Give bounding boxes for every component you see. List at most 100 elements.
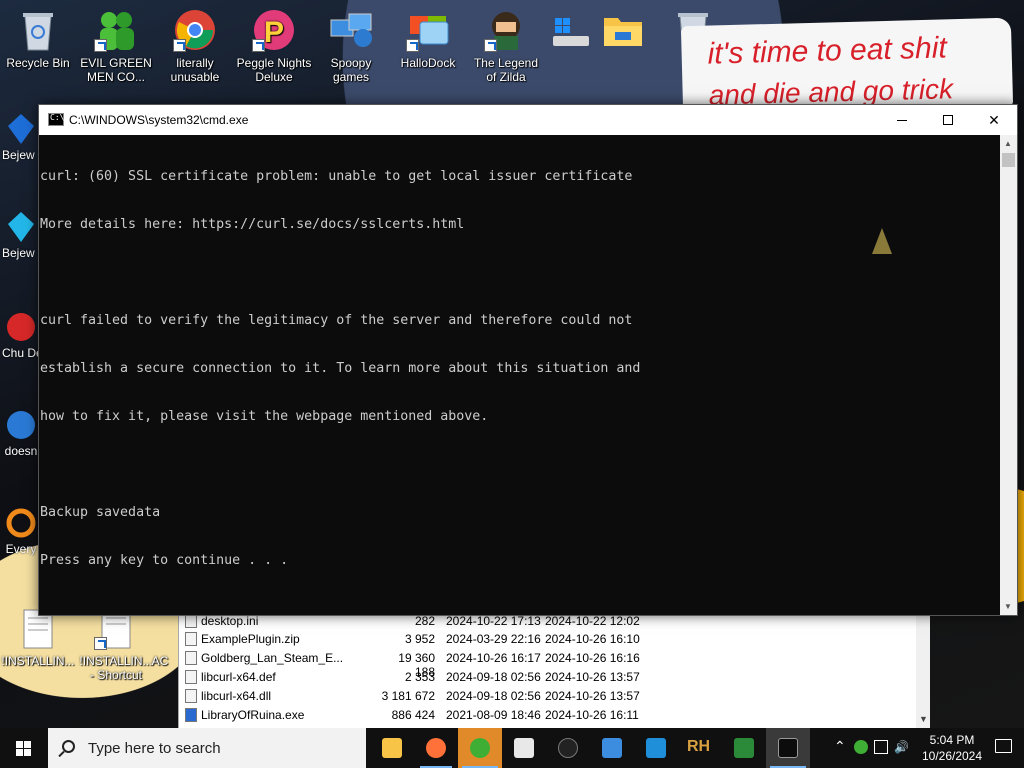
file-modified: 2024-10-26 16:17 xyxy=(446,651,541,665)
window-title: C:\WINDOWS\system32\cmd.exe xyxy=(69,113,249,127)
network-computers-icon xyxy=(329,8,373,52)
chevron-up-icon[interactable]: ▲ xyxy=(1004,139,1012,148)
evil-green-men-icon[interactable]: EVIL GREEN MEN CO... xyxy=(78,0,154,84)
desktop-icon-label: Chu Del xyxy=(2,346,40,360)
chevron-down-icon[interactable]: ▼ xyxy=(919,714,928,724)
drive-icon xyxy=(549,8,593,52)
scrollbar-thumb[interactable] xyxy=(1002,153,1015,167)
volume-icon[interactable]: 🔊 xyxy=(894,740,909,754)
trash-icon xyxy=(16,8,60,52)
network-icon[interactable] xyxy=(874,740,888,754)
circle-app-icon xyxy=(558,738,578,758)
desktop-icon-label: EVIL GREEN MEN CO... xyxy=(80,56,152,84)
spreadsheet-icon xyxy=(734,738,754,758)
file-row[interactable]: ExamplePlugin.zip 3 952 2024-03-29 22:16… xyxy=(179,630,919,649)
file-size: 886 424 xyxy=(391,708,435,722)
file-row[interactable]: libcurl-x64.def 2 353 2024-09-18 02:56 2… xyxy=(179,668,919,687)
desktop-icon-label: HalloDock xyxy=(400,56,456,70)
taskbar-firefox[interactable] xyxy=(414,728,458,768)
minimize-icon xyxy=(897,120,907,121)
search-icon xyxy=(62,740,75,753)
file-modified: 2024-09-18 02:56 xyxy=(446,670,541,684)
dll-file-icon xyxy=(185,689,197,703)
close-button[interactable]: ✕ xyxy=(971,105,1017,135)
app-icon xyxy=(6,408,36,442)
taskbar-photos-app[interactable] xyxy=(634,728,678,768)
file-size: 3 181 672 xyxy=(381,689,435,703)
file-modified: 2021-08-09 18:46 xyxy=(446,708,541,722)
cmd-window[interactable]: C:\WINDOWS\system32\cmd.exe ✕ curl: (60)… xyxy=(38,104,1018,616)
dock-app-icon xyxy=(406,8,450,52)
green-men-tray-icon[interactable] xyxy=(854,740,868,754)
left-desktop-icon-5[interactable]: Every xyxy=(2,506,40,556)
clock-time: 5:04 PM xyxy=(929,733,975,747)
clock[interactable]: 5:04 PM 10/26/2024 xyxy=(912,732,992,764)
start-button[interactable] xyxy=(0,728,48,768)
left-desktop-icon-1[interactable]: Bejew Del xyxy=(2,112,40,162)
desktop-icon-label: Bejew Del xyxy=(2,148,40,162)
desktop: Recycle Bin EVIL GREEN MEN CO... literal… xyxy=(0,0,1024,728)
taskbar-circle-app[interactable] xyxy=(546,728,590,768)
left-desktop-icon-3[interactable]: Chu Del xyxy=(2,310,40,360)
recycle-bin-icon[interactable]: Recycle Bin xyxy=(0,0,76,70)
file-created: 2024-10-26 13:57 xyxy=(545,670,640,684)
file-created: 2024-10-26 16:10 xyxy=(545,632,640,646)
rh-icon: RH xyxy=(687,738,711,755)
file-row[interactable]: Goldberg_Lan_Steam_E... 19 360 188 2024-… xyxy=(179,649,919,679)
left-desktop-icon-2[interactable]: Bejew Del xyxy=(2,210,40,260)
console-line: establish a secure connection to it. To … xyxy=(40,361,641,376)
desktop-icon-label: !INSTALLIN... xyxy=(1,654,75,668)
minimize-button[interactable] xyxy=(879,105,925,135)
file-name: libcurl-x64.def xyxy=(201,670,276,684)
show-hidden-icons-chevron-icon[interactable]: ⌃ xyxy=(834,738,846,755)
file-row[interactable]: libcurl-x64.dll 3 181 672 2024-09-18 02:… xyxy=(179,687,919,706)
folder-icon xyxy=(601,8,645,52)
hallodock-icon[interactable]: HalloDock xyxy=(390,0,466,70)
exe-file-icon xyxy=(185,708,197,722)
literally-unusable-icon[interactable]: literally unusable xyxy=(157,0,233,84)
folder-desktop-icon[interactable] xyxy=(590,0,656,56)
spoopy-games-icon[interactable]: Spoopy games xyxy=(313,0,389,84)
desktop-pet-sprite[interactable] xyxy=(872,228,892,254)
file-created: 2024-10-26 16:11 xyxy=(545,708,639,722)
game-character-icon xyxy=(484,8,528,52)
zip-file-icon xyxy=(185,651,197,665)
desktop-icon-label: AC xyxy=(151,654,169,668)
taskbar-rh-app[interactable]: RH xyxy=(678,728,722,768)
file-modified: 2024-09-18 02:56 xyxy=(446,689,541,703)
taskbar-search-box[interactable]: Type here to search xyxy=(48,728,366,768)
taskbar-green-men[interactable] xyxy=(458,728,502,768)
zip-file-icon xyxy=(185,632,197,646)
console-line: curl failed to verify the legitimacy of … xyxy=(40,313,633,328)
console-line: curl: (60) SSL certificate problem: unab… xyxy=(40,169,633,184)
clock-date: 10/26/2024 xyxy=(921,749,983,763)
cmd-scrollbar[interactable]: ▲ ▼ xyxy=(1000,135,1017,615)
meme-line-1: it's time to eat shit xyxy=(707,31,948,71)
file-name: ExamplePlugin.zip xyxy=(201,632,300,646)
left-desktop-icon-4[interactable]: doesn xyxy=(2,408,40,458)
taskbar-notepad-app[interactable] xyxy=(590,728,634,768)
file-explorer-list: desktop.ini 282 2024-10-22 17:13 2024-10… xyxy=(178,612,930,728)
search-placeholder: Type here to search xyxy=(88,740,221,757)
legend-of-zilda-icon[interactable]: The Legend of Zilda xyxy=(468,0,544,84)
gem-icon xyxy=(6,210,36,244)
windows-logo-icon xyxy=(16,741,23,748)
taskbar-spreadsheet-app[interactable] xyxy=(722,728,766,768)
desktop-icon-label: Spoopy games xyxy=(330,56,372,84)
peggle-nights-icon[interactable]: P Peggle Nights Deluxe xyxy=(236,0,312,84)
file-created: 2024-10-22 12:02 xyxy=(545,614,640,628)
folder-icon xyxy=(382,738,402,758)
maximize-button[interactable] xyxy=(925,105,971,135)
console-output[interactable]: curl: (60) SSL certificate problem: unab… xyxy=(39,135,1001,615)
notification-icon[interactable] xyxy=(995,739,1012,753)
file-modified: 2024-03-29 22:16 xyxy=(446,632,541,646)
explorer-scrollbar[interactable]: ▼ xyxy=(916,612,930,728)
file-row[interactable]: LibraryOfRuina.exe 886 424 2021-08-09 18… xyxy=(179,706,919,725)
taskbar-file-explorer[interactable] xyxy=(370,728,414,768)
console-line: how to fix it, please visit the webpage … xyxy=(40,409,489,424)
meme-image: it's time to eat shit and die and go tri… xyxy=(680,17,1014,115)
console-line: Backup savedata xyxy=(40,505,161,520)
cmd-title-bar[interactable]: C:\WINDOWS\system32\cmd.exe ✕ xyxy=(39,105,1017,135)
chevron-down-icon[interactable]: ▼ xyxy=(1004,602,1012,611)
taskbar-7zip[interactable] xyxy=(502,728,546,768)
